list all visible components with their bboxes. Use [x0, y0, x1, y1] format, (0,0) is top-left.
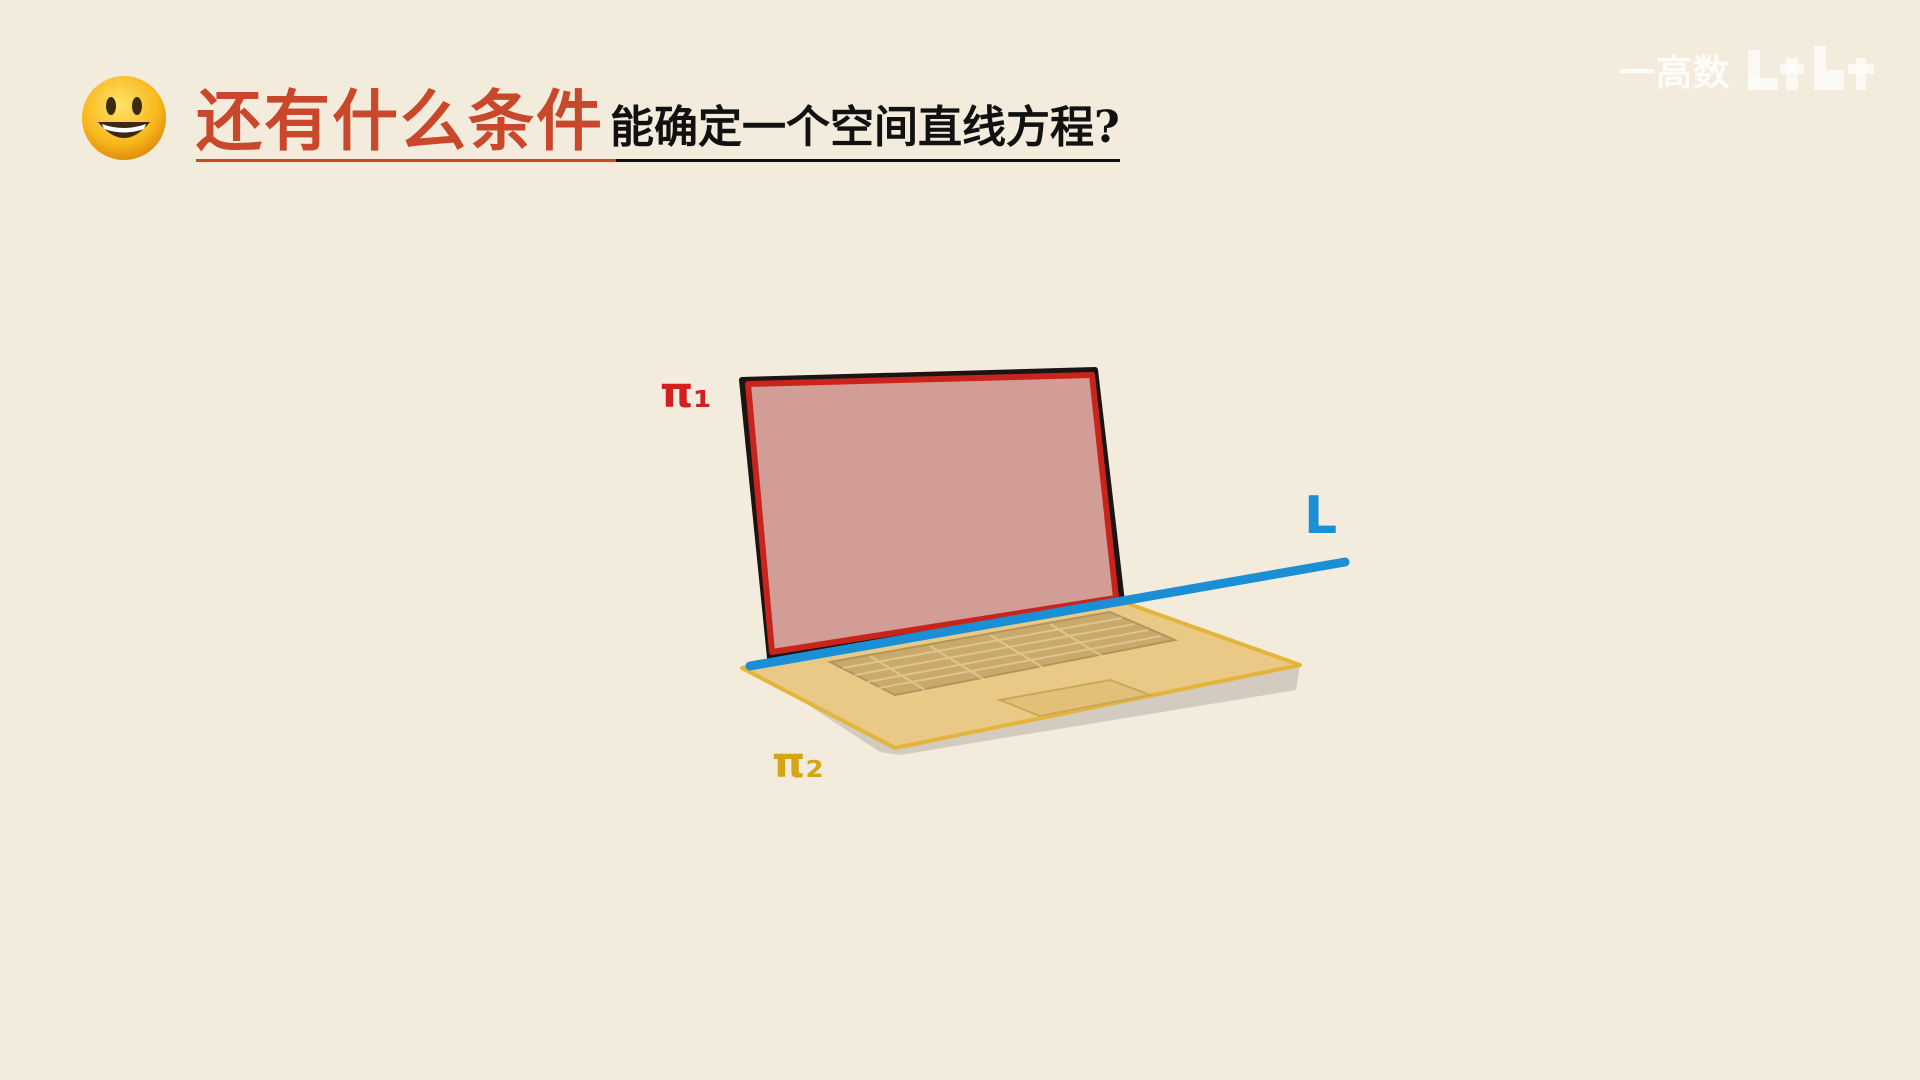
plane2-label: π₂: [772, 738, 824, 787]
plane1-label: π₁: [660, 368, 712, 417]
line-label: L: [1304, 486, 1338, 546]
laptop-planes-diagram: [739, 367, 1350, 755]
